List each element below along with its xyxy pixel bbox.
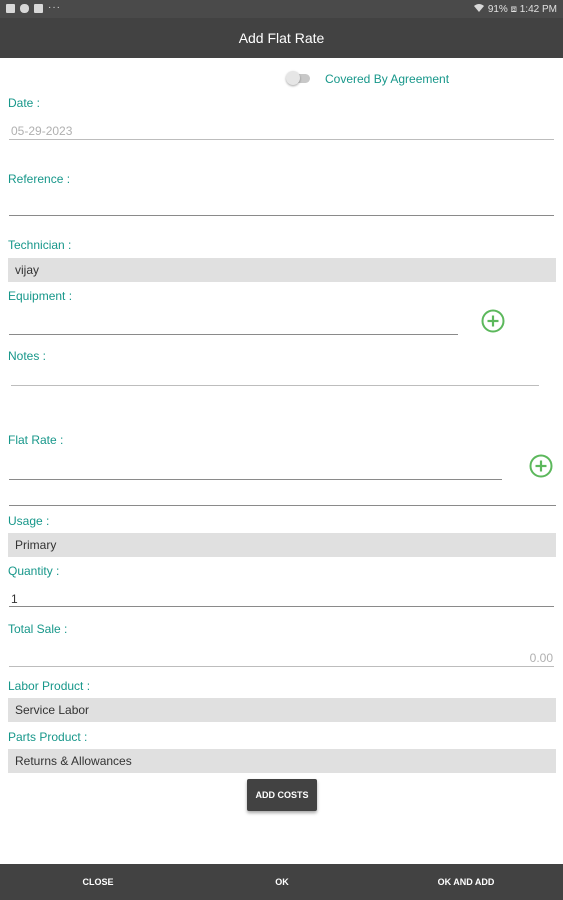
flat-rate-divider: [9, 505, 556, 506]
labor-product-select[interactable]: Service Labor: [8, 698, 556, 722]
status-text: 91% ⧈ 1:42 PM: [487, 3, 557, 15]
quantity-underline: [9, 606, 554, 607]
reference-label: Reference :: [8, 172, 71, 186]
technician-field[interactable]: vijay: [8, 258, 556, 282]
close-button[interactable]: CLOSE: [60, 864, 136, 900]
labor-product-label: Labor Product :: [8, 679, 91, 693]
add-flat-rate-plus-icon[interactable]: [529, 454, 553, 478]
photo-icon: [34, 3, 43, 13]
status-bar: ··· 91% ⧈ 1:42 PM: [0, 0, 563, 18]
reference-input[interactable]: [9, 215, 554, 216]
toggle-thumb: [286, 71, 300, 85]
date-underline: [9, 139, 554, 140]
bottom-action-bar: CLOSE OK OK AND ADD: [0, 864, 563, 900]
ok-and-add-button[interactable]: OK AND ADD: [418, 864, 514, 900]
equipment-label: Equipment :: [8, 289, 73, 303]
covered-by-agreement-label: Covered By Agreement: [325, 72, 450, 86]
notes-input[interactable]: [11, 385, 539, 386]
add-costs-button[interactable]: ADD COSTS: [247, 779, 317, 811]
image-icon: [6, 3, 15, 13]
usage-select[interactable]: Primary: [8, 533, 556, 557]
flat-rate-input[interactable]: [9, 479, 502, 480]
cloud-icon: [20, 3, 29, 13]
ok-button[interactable]: OK: [244, 864, 320, 900]
quantity-label: Quantity :: [8, 564, 60, 578]
flat-rate-label: Flat Rate :: [8, 433, 64, 447]
equipment-input[interactable]: [9, 334, 458, 335]
usage-label: Usage :: [8, 514, 50, 528]
overflow-dots: ···: [48, 2, 61, 13]
total-sale-label: Total Sale :: [8, 622, 68, 636]
status-bar-right: 91% ⧈ 1:42 PM: [473, 3, 557, 15]
technician-label: Technician :: [8, 238, 72, 252]
total-sale-value: 0.00: [529, 651, 553, 665]
total-sale-underline: [9, 666, 554, 667]
date-label: Date :: [8, 96, 41, 110]
covered-by-agreement-toggle[interactable]: [286, 71, 310, 85]
title-bar: Add Flat Rate: [0, 18, 563, 58]
parts-product-select[interactable]: Returns & Allowances: [8, 749, 556, 773]
notes-label: Notes :: [8, 349, 47, 363]
date-field[interactable]: 05-29-2023: [11, 124, 72, 138]
page-title: Add Flat Rate: [238, 30, 325, 46]
parts-product-label: Parts Product :: [8, 730, 88, 744]
quantity-input[interactable]: 1: [11, 592, 18, 606]
wifi-icon: [473, 3, 484, 15]
add-equipment-plus-icon[interactable]: [481, 309, 505, 333]
status-bar-left: ···: [6, 3, 61, 13]
